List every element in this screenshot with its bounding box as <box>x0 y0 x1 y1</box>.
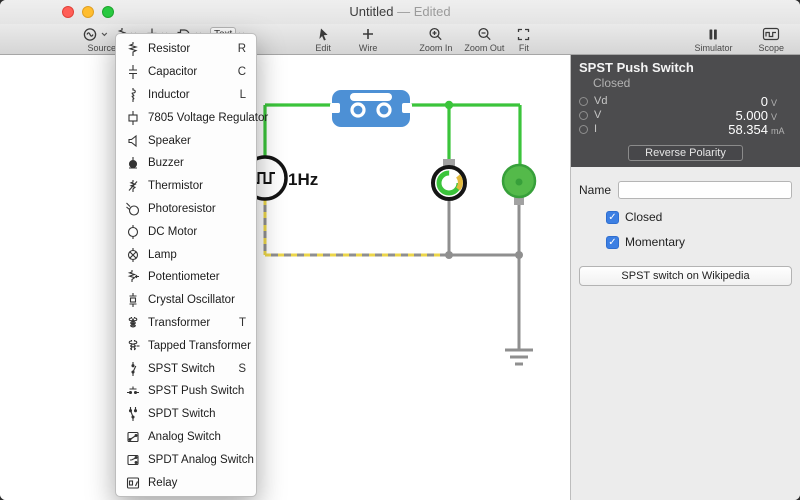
wikipedia-button[interactable]: SPST switch on Wikipedia <box>579 266 792 286</box>
buzzer-icon <box>124 155 141 171</box>
lamp-icon <box>124 247 141 263</box>
traffic-lights <box>62 6 114 18</box>
menu-item-spdt-switch[interactable]: SPDT Switch <box>116 403 256 426</box>
spdt-switch-icon <box>124 406 141 422</box>
inductor-icon <box>124 87 141 103</box>
zoom-in-button[interactable]: Zoom In <box>419 26 452 53</box>
dc-motor-component[interactable] <box>433 159 465 199</box>
fit-button[interactable]: Fit <box>516 26 531 53</box>
menu-item-relay[interactable]: Relay <box>116 471 256 494</box>
edited-indicator: — Edited <box>397 4 450 19</box>
spst-switch-icon <box>124 361 141 377</box>
reading-row-v: V 5.000 V <box>579 108 792 122</box>
menu-item-thermistor[interactable]: Thermistor <box>116 175 256 198</box>
reading-row-vd: Vd 0 V <box>579 94 792 108</box>
menu-item-resistor[interactable]: ResistorR <box>116 38 256 61</box>
simulator-button[interactable]: Simulator <box>694 26 732 53</box>
circuit-drawing: 1Hz <box>0 55 570 500</box>
name-input[interactable] <box>618 181 792 199</box>
menu-item-transformer[interactable]: TransformerT <box>116 312 256 335</box>
menu-item-analog-switch[interactable]: Analog Switch <box>116 426 256 449</box>
inspector-settings: Name Closed Momentary SPST switch on Wik… <box>571 167 800 500</box>
led-component[interactable] <box>503 165 535 205</box>
resistor-icon <box>124 41 141 57</box>
pause-icon <box>707 26 719 42</box>
current-flow-dashes <box>265 199 449 255</box>
menu-item-lamp[interactable]: Lamp <box>116 243 256 266</box>
scope-button[interactable]: Scope <box>758 26 784 53</box>
inspector-panel: SPST Push Switch Closed Vd 0 V V 5.000 V… <box>570 55 800 500</box>
app-window: Untitled — Edited <box>0 0 800 500</box>
fit-frame-icon <box>516 26 531 42</box>
zoom-out-button[interactable]: Zoom Out <box>464 26 504 53</box>
zoom-window-button[interactable] <box>102 6 114 18</box>
transformer-icon <box>124 315 141 331</box>
menu-item-inductor[interactable]: InductorL <box>116 84 256 107</box>
voltage-regulator-icon <box>124 110 141 126</box>
sources-menu-button[interactable] <box>78 26 112 42</box>
menu-item-capacitor[interactable]: CapacitorC <box>116 61 256 84</box>
close-button[interactable] <box>62 6 74 18</box>
menu-item-spst-push-switch[interactable]: SPST Push Switch <box>116 380 256 403</box>
switch-state-label: Closed <box>593 76 792 90</box>
menu-item-spst-switch[interactable]: SPST SwitchS <box>116 357 256 380</box>
minimize-button[interactable] <box>82 6 94 18</box>
selected-component-title: SPST Push Switch <box>579 60 792 75</box>
circuit-canvas[interactable]: 1Hz <box>0 55 570 500</box>
relay-icon <box>124 475 141 491</box>
menu-item-potentiometer[interactable]: Potentiometer <box>116 266 256 289</box>
chevron-down-icon <box>101 32 108 37</box>
probe-circle-icon <box>579 111 588 120</box>
potentiometer-icon <box>124 269 141 285</box>
wire[interactable] <box>265 199 519 350</box>
title-bar: Untitled — Edited <box>0 0 800 24</box>
components-dropdown-menu: ResistorR CapacitorC InductorL 7805 Volt… <box>115 33 257 497</box>
window-title: Untitled — Edited <box>0 0 800 24</box>
crystal-oscillator-icon <box>124 292 141 308</box>
photoresistor-icon <box>124 201 141 217</box>
wire-tool-button[interactable]: Wire <box>359 26 378 53</box>
menu-item-photoresistor[interactable]: Photoresistor <box>116 198 256 221</box>
menu-item-voltage-regulator[interactable]: 7805 Voltage Regulator <box>116 106 256 129</box>
source-frequency-label: 1Hz <box>288 170 318 189</box>
spdt-analog-switch-icon <box>124 452 141 468</box>
name-label: Name <box>579 183 611 197</box>
cursor-icon <box>316 26 330 42</box>
dc-motor-icon <box>124 224 141 240</box>
menu-item-dc-motor[interactable]: DC Motor <box>116 220 256 243</box>
speaker-icon <box>124 133 141 149</box>
tapped-transformer-icon <box>124 338 141 354</box>
reading-row-i: I 58.354 mA <box>579 122 792 136</box>
menu-item-crystal-oscillator[interactable]: Crystal Oscillator <box>116 289 256 312</box>
probe-circle-icon <box>579 125 588 134</box>
menu-item-speaker[interactable]: Speaker <box>116 129 256 152</box>
zoom-group: Zoom In Zoom Out Fit <box>419 26 531 53</box>
inspector-readout: SPST Push Switch Closed Vd 0 V V 5.000 V… <box>571 55 800 167</box>
spst-push-switch-icon <box>124 383 141 399</box>
scope-waveform-icon <box>762 26 780 42</box>
closed-checkbox[interactable] <box>606 211 619 224</box>
reverse-polarity-button[interactable]: Reverse Polarity <box>628 145 743 161</box>
node-dot <box>445 251 453 259</box>
probe-circle-icon <box>579 97 588 106</box>
node-dot-green <box>445 101 453 109</box>
node-dot <box>515 251 523 259</box>
sources-icon <box>82 27 99 42</box>
menu-item-spdt-analog-switch[interactable]: SPDT Analog Switch <box>116 448 256 471</box>
menu-item-tapped-transformer[interactable]: Tapped Transformer <box>116 334 256 357</box>
analog-switch-icon <box>124 429 141 445</box>
zoom-in-icon <box>428 26 443 42</box>
plus-wire-icon <box>361 26 375 42</box>
edit-tool-button[interactable]: Edit <box>315 26 331 53</box>
spst-push-switch-component[interactable] <box>330 90 412 127</box>
menu-item-buzzer[interactable]: Buzzer <box>116 152 256 175</box>
zoom-out-icon <box>477 26 492 42</box>
ground-symbol[interactable] <box>505 350 533 364</box>
capacitor-icon <box>124 64 141 80</box>
thermistor-icon <box>124 178 141 194</box>
momentary-checkbox[interactable] <box>606 236 619 249</box>
